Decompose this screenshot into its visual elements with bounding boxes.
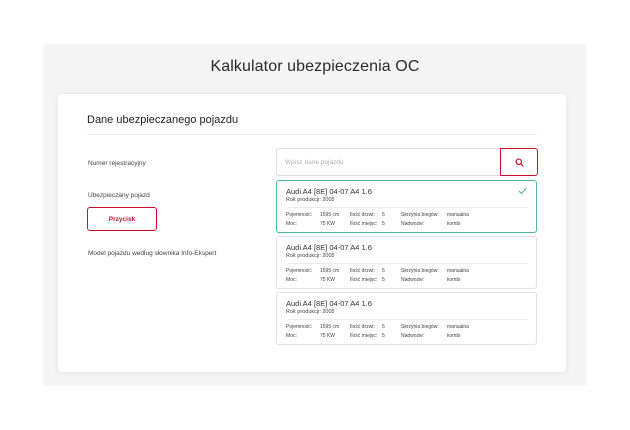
spec-value-body: kombi bbox=[447, 333, 461, 339]
spec-label-capacity: Pojemność: bbox=[286, 212, 313, 218]
spec-label-body: Nadwozie: bbox=[401, 221, 425, 227]
spec-value-capacity: 1595 cm bbox=[320, 268, 340, 274]
vehicle-option-card[interactable]: Audi A4 [8E] 04-07 A4 1.6 Rok produkcji:… bbox=[276, 236, 537, 289]
spec-value-seats: 5 bbox=[382, 221, 385, 227]
vehicle-divider bbox=[286, 263, 527, 264]
vehicle-year: Rok produkcji: 2005 bbox=[286, 253, 335, 259]
spec-label-power: Moc: bbox=[286, 221, 297, 227]
section-title: Dane ubezpieczanego pojazdu bbox=[87, 114, 239, 126]
check-icon bbox=[518, 187, 527, 195]
search-button[interactable] bbox=[500, 148, 538, 176]
spec-value-capacity: 1595 cm bbox=[320, 212, 340, 218]
vehicle-name: Audi A4 [8E] 04-07 A4 1.6 bbox=[286, 187, 372, 196]
spec-value-power: 75 KW bbox=[320, 221, 336, 227]
spec-value-seats: 5 bbox=[382, 333, 385, 339]
spec-value-doors: 5 bbox=[382, 268, 385, 274]
vehicle-year: Rok produkcji: 2005 bbox=[286, 197, 335, 203]
spec-label-gearbox: Skrzynia biegów: bbox=[401, 212, 439, 218]
spec-value-power: 75 KW bbox=[320, 333, 336, 339]
spec-label-gearbox: Skrzynia biegów: bbox=[401, 324, 439, 330]
spec-value-power: 75 KW bbox=[320, 277, 336, 283]
spec-label-gearbox: Skrzynia biegów: bbox=[401, 268, 439, 274]
search-icon bbox=[514, 157, 524, 167]
spec-value-doors: 5 bbox=[382, 324, 385, 330]
vehicle-search-input[interactable] bbox=[276, 148, 501, 176]
vehicle-option-card[interactable]: Audi A4 [8E] 04-07 A4 1.6 Rok produkcji:… bbox=[276, 180, 537, 233]
spec-label-body: Nadwozie: bbox=[401, 333, 425, 339]
spec-label-power: Moc: bbox=[286, 277, 297, 283]
spec-value-body: kombi bbox=[447, 277, 461, 283]
spec-label-seats: Ilość miejsc: bbox=[350, 221, 378, 227]
spec-label-capacity: Pojemność: bbox=[286, 268, 313, 274]
spec-value-capacity: 1595 cm bbox=[320, 324, 340, 330]
vehicle-label: Ubezpieczany pojazd bbox=[88, 192, 150, 199]
spec-value-doors: 5 bbox=[382, 212, 385, 218]
registration-label: Numer rejestracyjny bbox=[88, 160, 146, 167]
spec-label-doors: Ilość drzwi: bbox=[350, 268, 375, 274]
spec-label-body: Nadwozie: bbox=[401, 277, 425, 283]
page-title: Kalkulator ubezpieczenia OC bbox=[210, 58, 420, 75]
vehicle-divider bbox=[286, 207, 527, 208]
spec-label-doors: Ilość drzwi: bbox=[350, 324, 375, 330]
spec-label-seats: Ilość miejsc: bbox=[350, 277, 378, 283]
action-button[interactable]: Przycisk bbox=[87, 207, 157, 231]
vehicle-divider bbox=[286, 319, 527, 320]
spec-value-body: kombi bbox=[447, 221, 461, 227]
model-label: Model pojazdu według słownika Info-Ekspe… bbox=[88, 250, 217, 257]
spec-label-capacity: Pojemność: bbox=[286, 324, 313, 330]
spec-label-power: Moc: bbox=[286, 333, 297, 339]
spec-label-seats: Ilość miejsc: bbox=[350, 333, 378, 339]
spec-value-gearbox: manualna bbox=[447, 324, 469, 330]
vehicle-option-card[interactable]: Audi A4 [8E] 04-07 A4 1.6 Rok produkcji:… bbox=[276, 292, 537, 345]
spec-value-seats: 5 bbox=[382, 277, 385, 283]
vehicle-name: Audi A4 [8E] 04-07 A4 1.6 bbox=[286, 299, 372, 308]
spec-value-gearbox: manualna bbox=[447, 212, 469, 218]
vehicle-name: Audi A4 [8E] 04-07 A4 1.6 bbox=[286, 243, 372, 252]
spec-label-doors: Ilość drzwi: bbox=[350, 212, 375, 218]
section-divider bbox=[87, 134, 537, 135]
vehicle-year: Rok produkcji: 2005 bbox=[286, 309, 335, 315]
spec-value-gearbox: manualna bbox=[447, 268, 469, 274]
